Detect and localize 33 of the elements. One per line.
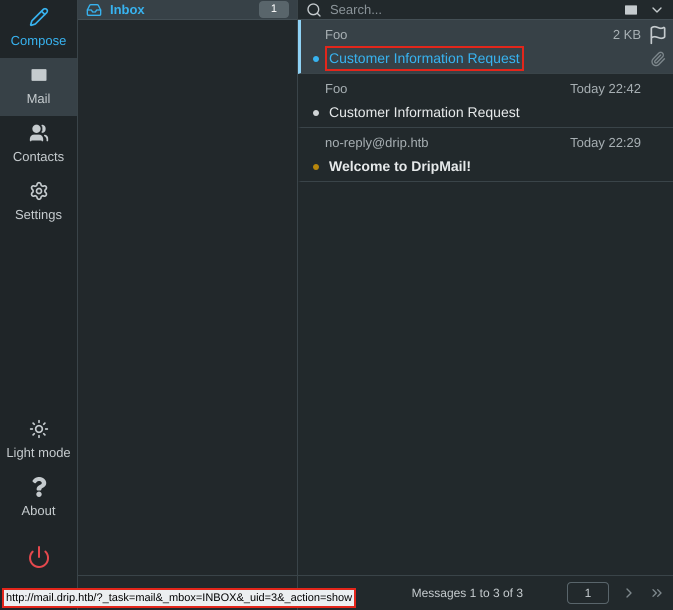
nav-item[interactable]: Compose [0, 0, 77, 58]
unread-count: 1 [258, 1, 289, 18]
message-subject: Welcome to DripMail! [328, 157, 472, 176]
nav-item[interactable]: Contacts [0, 116, 77, 174]
message-row[interactable]: Foo 2 KB Customer Information Request [298, 20, 673, 74]
inbox-icon [86, 2, 102, 18]
settings-icon [28, 181, 48, 202]
sender: Foo [325, 26, 348, 44]
message-subject: Customer Information Request [328, 103, 521, 122]
message-date: Today 22:29 [570, 134, 641, 152]
status-url: http://mail.drip.htb/?_task=mail&_mbox=INBOX&_uid=3&_action=show [2, 588, 356, 608]
message-row[interactable]: Foo Today 22:42 Customer Information Request [298, 74, 673, 128]
nav-item[interactable]: Mail [0, 58, 77, 116]
message-subject: Customer Information Request [325, 46, 524, 71]
nav-item[interactable]: Light mode [0, 412, 77, 470]
power-icon [26, 545, 50, 569]
message-date: Today 22:42 [570, 80, 641, 98]
folder-item[interactable]: Inbox 1 [78, 0, 297, 20]
nav-item[interactable]: Settings [0, 174, 77, 232]
search-field[interactable]: Search... [330, 0, 613, 20]
page-number-field[interactable]: 1 [567, 582, 609, 604]
message-row[interactable]: no-reply@drip.htb Today 22:29 Welcome to DripMail! [298, 128, 673, 182]
sun-icon [28, 419, 48, 440]
pagination-text: Messages 1 to 3 of 3 [412, 585, 523, 602]
pencil-icon [28, 7, 48, 28]
flag-icon[interactable] [648, 24, 668, 44]
people-icon [28, 123, 48, 144]
message-date: 2 KB [612, 26, 641, 44]
sender: Foo [325, 80, 348, 98]
search-icon [306, 2, 322, 18]
folder-name: Inbox [110, 0, 145, 19]
nav-item[interactable]: About [0, 470, 77, 528]
sender: no-reply@drip.htb [325, 134, 429, 152]
